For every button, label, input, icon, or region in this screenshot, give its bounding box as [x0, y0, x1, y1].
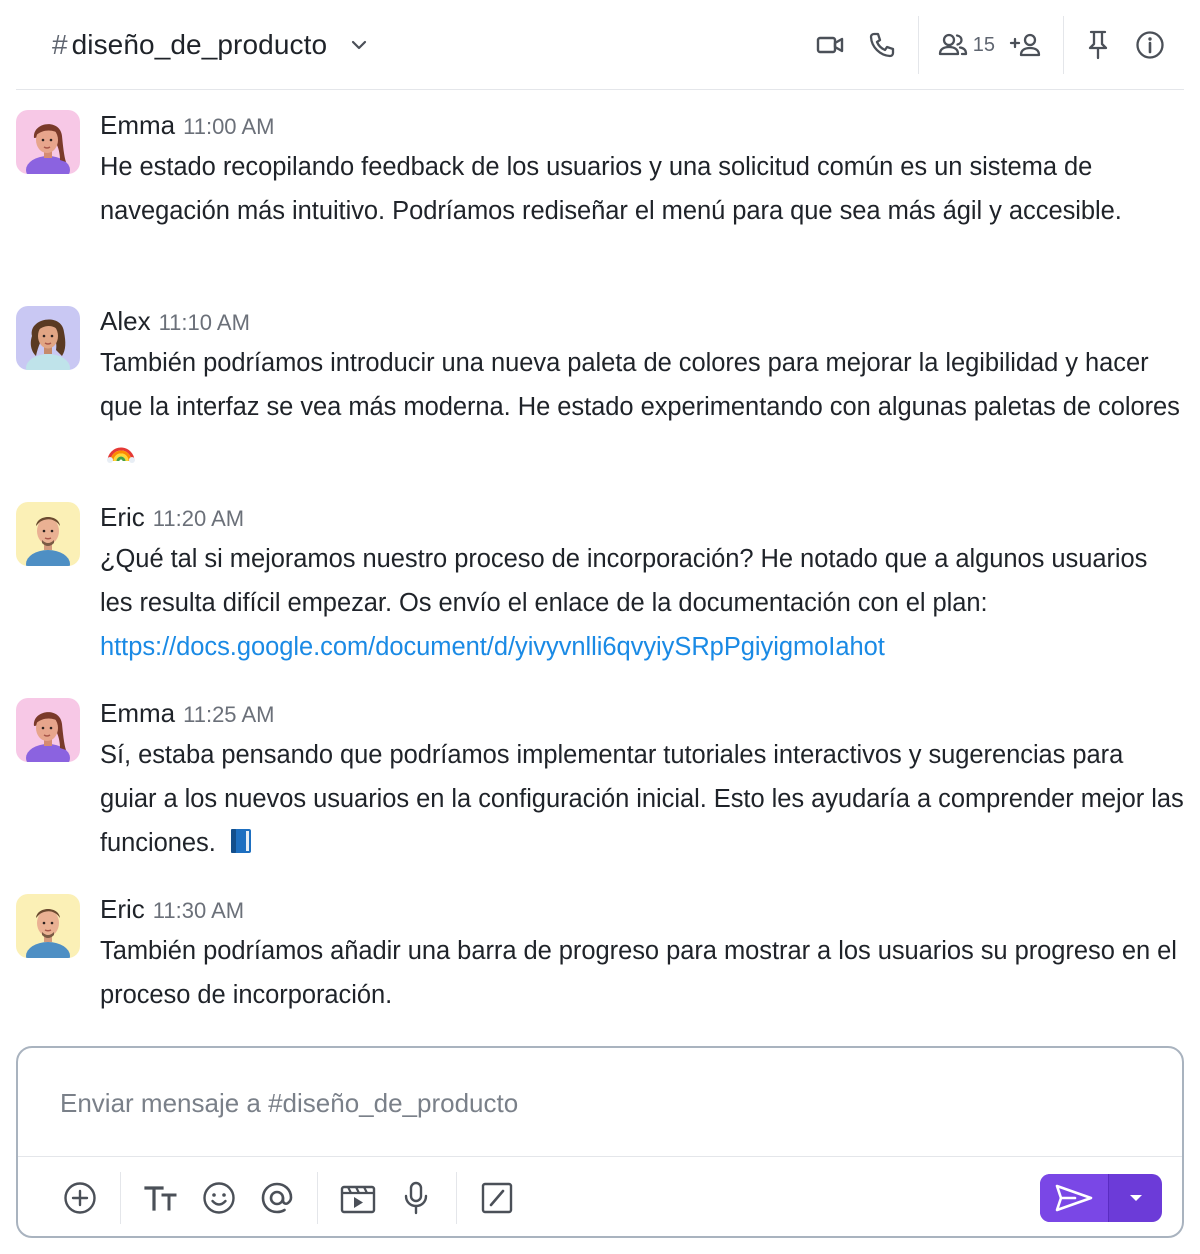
send-options-button[interactable] [1109, 1174, 1162, 1222]
message-text: Sí, estaba pensando que podríamos implem… [100, 733, 1184, 869]
message-header: Emma 11:00 AM [100, 110, 274, 141]
toolbar-divider [317, 1172, 318, 1224]
message-author[interactable]: Alex [100, 306, 151, 337]
message-timestamp: 11:00 AM [183, 114, 275, 139]
composer-toolbar [58, 1172, 519, 1224]
message-input[interactable] [18, 1048, 1182, 1158]
message-item: Emma 11:00 AM He estado recopilando feed… [16, 110, 1184, 290]
toolbar-divider [456, 1172, 457, 1224]
message-timestamp: 11:25 AM [183, 702, 275, 727]
phone-icon[interactable] [866, 29, 898, 61]
send-button[interactable] [1040, 1174, 1108, 1222]
avatar-emma[interactable] [16, 698, 80, 762]
message-text: También podríamos añadir una barra de pr… [100, 929, 1184, 1017]
send-icon [1055, 1183, 1093, 1213]
add-member-icon[interactable] [1009, 29, 1045, 61]
avatar-emma[interactable] [16, 110, 80, 174]
avatar-eric[interactable] [16, 894, 80, 958]
message-text: He estado recopilando feedback de los us… [100, 145, 1184, 233]
mention-icon[interactable] [255, 1176, 299, 1220]
message-body: ¿Qué tal si mejoramos nuestro proceso de… [100, 545, 1148, 617]
text-format-icon[interactable] [139, 1176, 183, 1220]
avatar-eric[interactable] [16, 502, 80, 566]
send-button-group [1040, 1174, 1162, 1222]
message-body: Sí, estaba pensando que podríamos implem… [100, 741, 1184, 857]
message-author[interactable]: Emma [100, 698, 175, 729]
header-actions: 15 [814, 0, 1184, 90]
members-icon [937, 29, 969, 61]
channel-hash: # [52, 28, 68, 60]
video-camera-icon[interactable] [814, 29, 846, 61]
chevron-down-icon[interactable] [349, 35, 369, 55]
gif-icon[interactable] [336, 1176, 380, 1220]
message-item: Emma 11:25 AM Sí, estaba pensando que po… [16, 698, 1184, 878]
caret-down-icon [1128, 1193, 1144, 1203]
microphone-icon[interactable] [394, 1176, 438, 1220]
message-item: Alex 11:10 AM También podríamos introduc… [16, 306, 1184, 486]
info-icon[interactable] [1134, 29, 1166, 61]
rainbow-emoji-icon [106, 433, 136, 477]
toolbar-divider [120, 1172, 121, 1224]
message-author[interactable]: Emma [100, 110, 175, 141]
message-item: Eric 11:20 AM ¿Qué tal si mejoramos nues… [16, 502, 1184, 682]
message-header: Eric 11:20 AM [100, 502, 244, 533]
message-item: Eric 11:30 AM También podríamos añadir u… [16, 894, 1184, 1034]
message-author[interactable]: Eric [100, 894, 145, 925]
emoji-icon[interactable] [197, 1176, 241, 1220]
message-body: He estado recopilando feedback de los us… [100, 153, 1122, 225]
message-header: Eric 11:30 AM [100, 894, 244, 925]
message-header: Alex 11:10 AM [100, 306, 250, 337]
message-timestamp: 11:10 AM [158, 310, 250, 335]
header-divider [917, 16, 919, 74]
pin-icon[interactable] [1082, 29, 1114, 61]
channel-header: # diseño_de_producto 15 [16, 0, 1184, 90]
message-header: Emma 11:25 AM [100, 698, 274, 729]
message-body: También podríamos introducir una nueva p… [100, 349, 1180, 421]
slash-command-icon[interactable] [475, 1176, 519, 1220]
message-timestamp: 11:20 AM [152, 506, 245, 531]
add-icon[interactable] [58, 1176, 102, 1220]
channel-name: diseño_de_producto [71, 28, 328, 60]
document-link[interactable]: https://docs.google.com/document/d/yivyv… [100, 633, 885, 661]
message-timestamp: 11:30 AM [152, 898, 245, 923]
message-text: ¿Qué tal si mejoramos nuestro proceso de… [100, 537, 1184, 669]
composer-divider [18, 1156, 1182, 1157]
message-composer [16, 1046, 1184, 1238]
avatar-alex[interactable] [16, 306, 80, 370]
message-author[interactable]: Eric [100, 502, 145, 533]
members-button[interactable]: 15 [937, 29, 995, 61]
member-count: 15 [972, 33, 995, 56]
message-body: También podríamos añadir una barra de pr… [100, 937, 1177, 1009]
channel-title-dropdown[interactable]: # diseño_de_producto [52, 29, 369, 61]
header-divider [1063, 16, 1064, 74]
message-text: También podríamos introducir una nueva p… [100, 341, 1184, 477]
blue-book-emoji-icon [229, 825, 253, 869]
